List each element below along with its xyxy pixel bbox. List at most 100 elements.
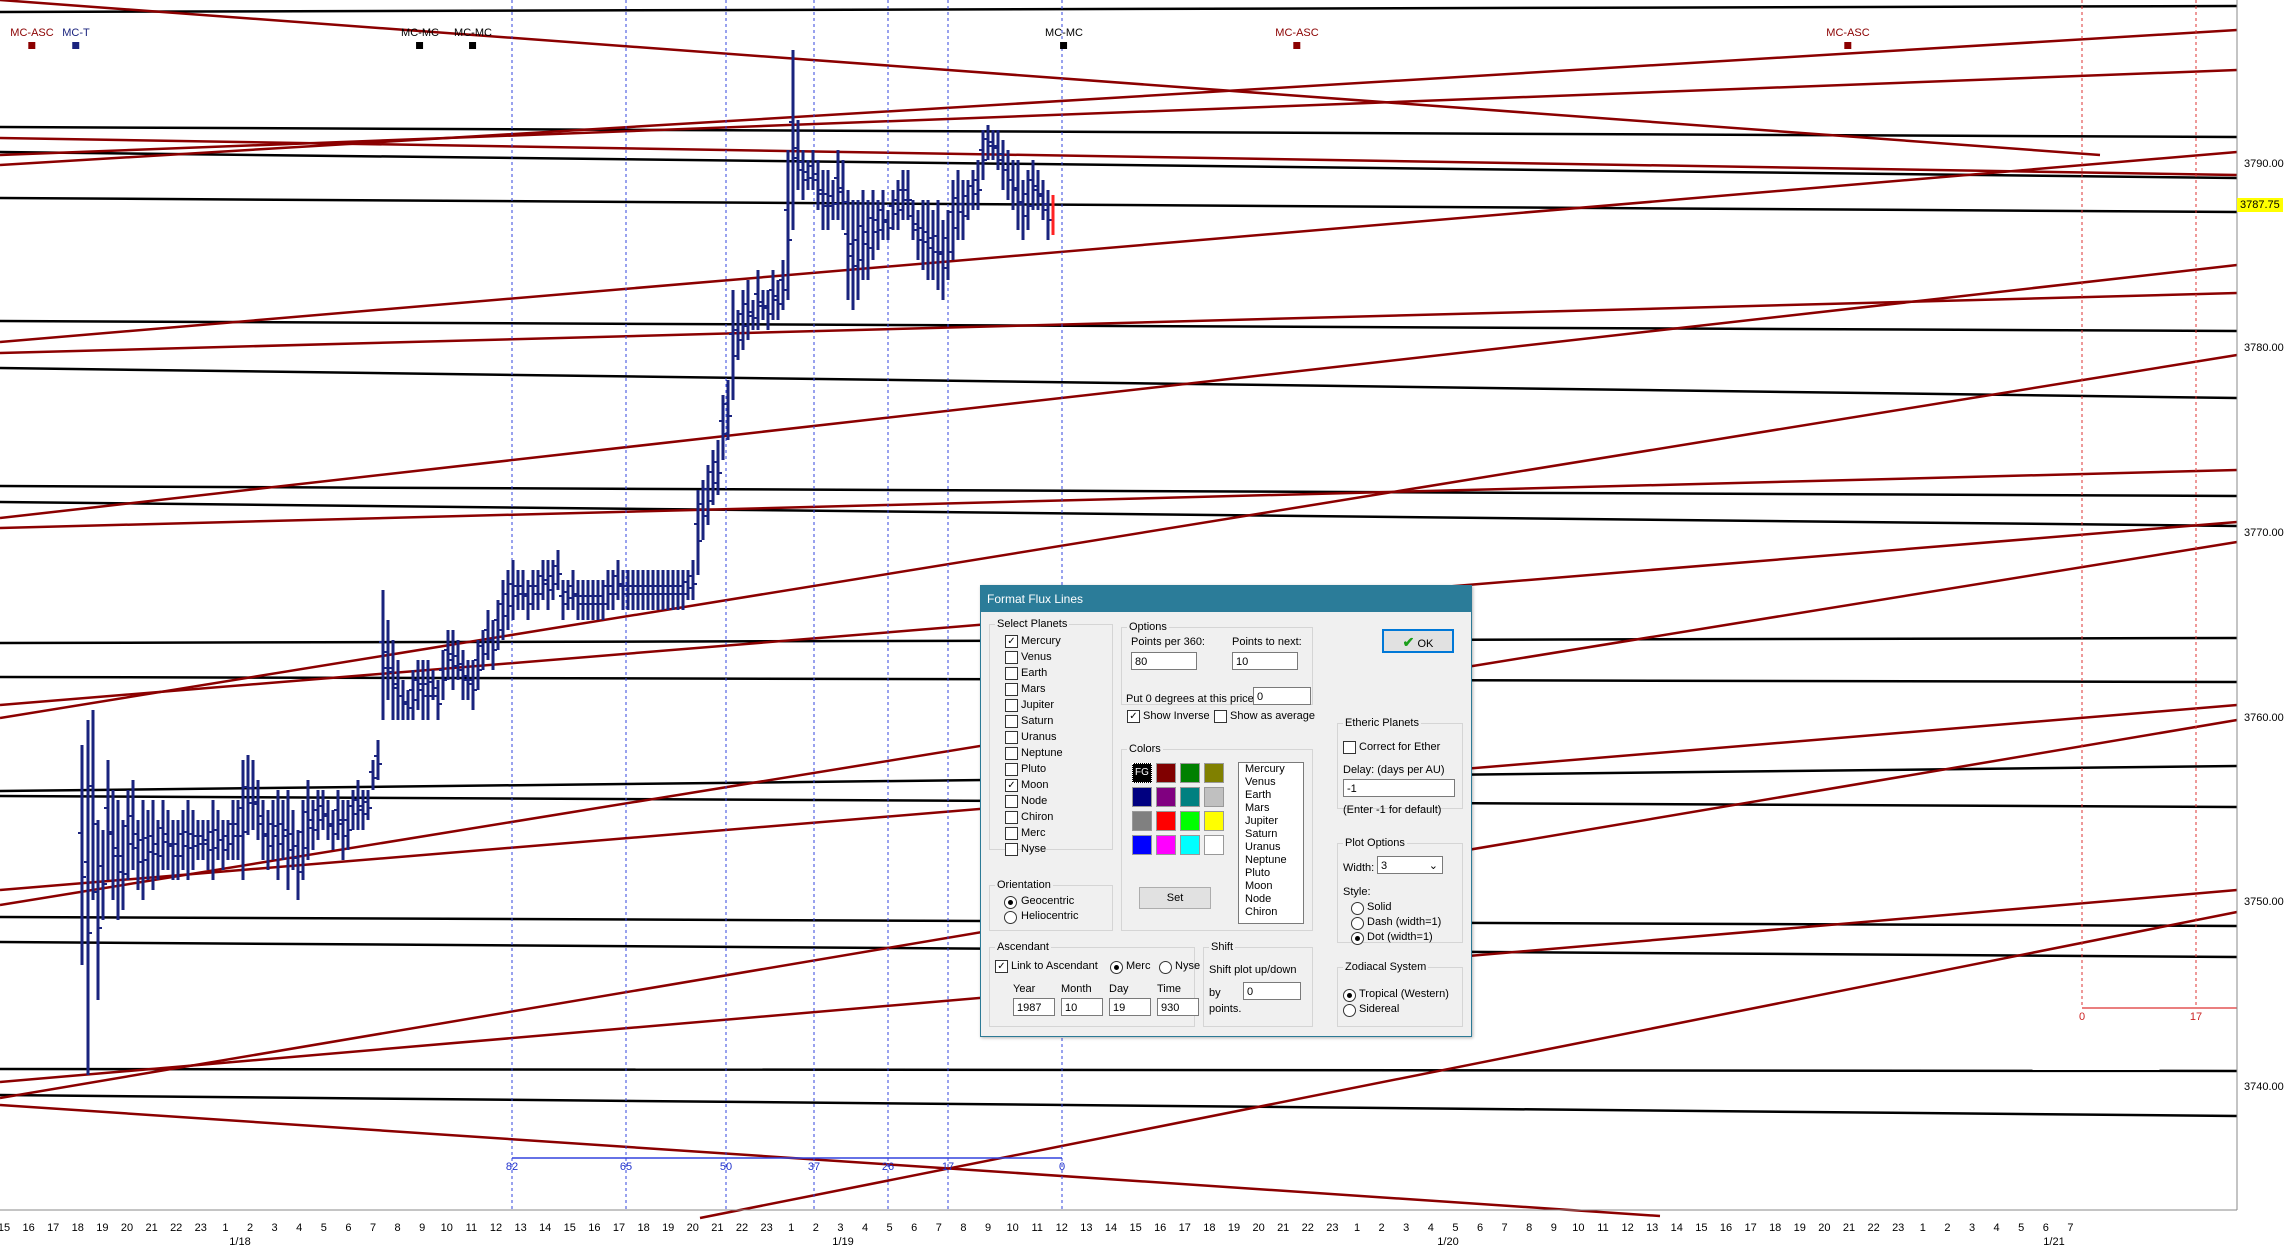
- month-input[interactable]: 10: [1061, 998, 1103, 1016]
- colors-title: Colors: [1127, 743, 1163, 755]
- day-input[interactable]: 19: [1109, 998, 1151, 1016]
- cycle-label: 26: [881, 1161, 895, 1173]
- time-label: Time: [1157, 983, 1182, 995]
- planet-checkbox-pluto[interactable]: [1005, 763, 1018, 776]
- planet-checkbox-mercury[interactable]: ✓: [1005, 635, 1018, 648]
- shift-points-label: points.: [1209, 1003, 1242, 1015]
- color-swatch[interactable]: [1156, 787, 1176, 807]
- x-axis-tick-label: 10: [1006, 1222, 1019, 1234]
- color-list-item[interactable]: Mercury: [1242, 763, 1303, 776]
- merc-radio[interactable]: [1110, 961, 1123, 974]
- time-input[interactable]: 930: [1157, 998, 1199, 1016]
- planet-color-list[interactable]: Mercury Venus Earth Mars Jupiter Saturn Uranus…: [1238, 762, 1304, 924]
- color-swatch[interactable]: [1180, 811, 1200, 831]
- black-flux-line: [0, 1093, 2238, 1118]
- x-axis-tick-label: 13: [1646, 1222, 1659, 1234]
- etheric-title: Etheric Planets: [1343, 717, 1421, 729]
- planet-label: Nyse: [1021, 843, 1047, 855]
- color-swatch[interactable]: [1156, 763, 1176, 783]
- show-as-average-checkbox[interactable]: [1214, 710, 1227, 723]
- cycle-label: 65: [619, 1161, 633, 1173]
- planet-checkbox-jupiter[interactable]: [1005, 699, 1018, 712]
- show-inverse-label: Show Inverse: [1143, 710, 1210, 722]
- planet-checkbox-venus[interactable]: [1005, 651, 1018, 664]
- heliocentric-radio[interactable]: [1004, 911, 1017, 924]
- ok-button[interactable]: ✔ OK: [1382, 629, 1454, 653]
- color-swatch[interactable]: [1132, 835, 1152, 855]
- color-swatch[interactable]: [1132, 811, 1152, 831]
- x-axis-tick-label: 5: [320, 1222, 327, 1234]
- color-swatch[interactable]: [1132, 787, 1152, 807]
- planet-checkbox-saturn[interactable]: [1005, 715, 1018, 728]
- red-flux-line: [0, 150, 2238, 344]
- planet-label: Neptune: [1021, 747, 1063, 759]
- delay-input[interactable]: -1: [1343, 779, 1455, 797]
- shift-by-input[interactable]: 0: [1243, 982, 1301, 1000]
- x-axis-tick-label: 15: [1695, 1222, 1708, 1234]
- planet-checkbox-merc[interactable]: [1005, 827, 1018, 840]
- y-axis-label: 3750.00: [2244, 896, 2284, 908]
- correct-for-ether-checkbox[interactable]: [1343, 741, 1356, 754]
- year-input[interactable]: 1987: [1013, 998, 1055, 1016]
- x-axis-tick-label: 21: [711, 1222, 724, 1234]
- link-to-ascendant-checkbox[interactable]: ✓: [995, 960, 1008, 973]
- color-list-item[interactable]: Mars: [1242, 802, 1303, 815]
- x-axis-tick-label: 19: [96, 1222, 109, 1234]
- link-to-ascendant-label: Link to Ascendant: [1011, 960, 1098, 972]
- zero-degrees-input[interactable]: 0: [1253, 687, 1311, 705]
- color-list-item[interactable]: Pluto: [1242, 867, 1303, 880]
- color-list-item[interactable]: Chiron: [1242, 906, 1303, 919]
- color-swatch[interactable]: [1204, 835, 1224, 855]
- black-flux-line: [0, 484, 2238, 498]
- style-solid-radio[interactable]: [1351, 902, 1364, 915]
- color-swatch[interactable]: [1204, 787, 1224, 807]
- color-list-item[interactable]: Jupiter: [1242, 815, 1303, 828]
- planet-checkbox-node[interactable]: [1005, 795, 1018, 808]
- show-inverse-checkbox[interactable]: ✓: [1127, 710, 1140, 723]
- color-list-item[interactable]: Venus: [1242, 776, 1303, 789]
- color-swatch[interactable]: [1156, 835, 1176, 855]
- points-per-360-input[interactable]: 80: [1131, 652, 1197, 670]
- planet-checkbox-earth[interactable]: [1005, 667, 1018, 680]
- color-list-item[interactable]: Earth: [1242, 789, 1303, 802]
- color-list-item[interactable]: Moon: [1242, 880, 1303, 893]
- planet-checkbox-chiron[interactable]: [1005, 811, 1018, 824]
- x-axis-tick-label: 23: [1892, 1222, 1905, 1234]
- color-list-item[interactable]: Saturn: [1242, 828, 1303, 841]
- points-to-next-input[interactable]: 10: [1232, 652, 1298, 670]
- width-select[interactable]: 3 ⌄: [1377, 856, 1443, 874]
- color-swatch[interactable]: [1204, 811, 1224, 831]
- color-list-item[interactable]: Neptune: [1242, 854, 1303, 867]
- x-axis-tick-label: 22: [735, 1222, 749, 1234]
- x-axis-tick-label: 15: [0, 1222, 11, 1234]
- style-dash-radio[interactable]: [1351, 917, 1364, 930]
- color-list-item[interactable]: Node: [1242, 893, 1303, 906]
- geocentric-radio[interactable]: [1004, 896, 1017, 909]
- nyse-radio[interactable]: [1159, 961, 1172, 974]
- style-dot-radio[interactable]: [1351, 932, 1364, 945]
- planet-label: Mars: [1021, 683, 1046, 695]
- sidereal-radio[interactable]: [1343, 1004, 1356, 1017]
- marker-mc-asc: MC-ASC: [1826, 27, 1870, 49]
- color-swatch[interactable]: [1204, 763, 1224, 783]
- set-button[interactable]: Set: [1139, 887, 1211, 909]
- x-axis-tick-label: 17: [612, 1222, 626, 1234]
- planet-checkbox-nyse[interactable]: [1005, 843, 1018, 856]
- color-swatch[interactable]: [1180, 763, 1200, 783]
- color-list-item[interactable]: Uranus: [1242, 841, 1303, 854]
- color-swatch[interactable]: FG: [1132, 763, 1152, 783]
- planet-checkbox-mars[interactable]: [1005, 683, 1018, 696]
- planet-checkbox-uranus[interactable]: [1005, 731, 1018, 744]
- dialog-title[interactable]: Format Flux Lines: [981, 586, 1471, 612]
- color-swatch[interactable]: [1180, 787, 1200, 807]
- color-swatch[interactable]: [1156, 811, 1176, 831]
- y-axis-label: 3790.00: [2244, 158, 2284, 170]
- color-swatch[interactable]: [1180, 835, 1200, 855]
- planet-checkbox-neptune[interactable]: [1005, 747, 1018, 760]
- format-flux-lines-dialog[interactable]: Format Flux Lines Select Planets ✓ Mercur…: [980, 585, 1472, 1037]
- planet-checkbox-moon[interactable]: ✓: [1005, 779, 1018, 792]
- chevron-down-icon: ⌄: [1428, 860, 1438, 872]
- x-axis-tick-label: 18: [637, 1222, 650, 1234]
- x-axis-tick-label: 21: [1277, 1222, 1290, 1234]
- tropical-radio[interactable]: [1343, 989, 1356, 1002]
